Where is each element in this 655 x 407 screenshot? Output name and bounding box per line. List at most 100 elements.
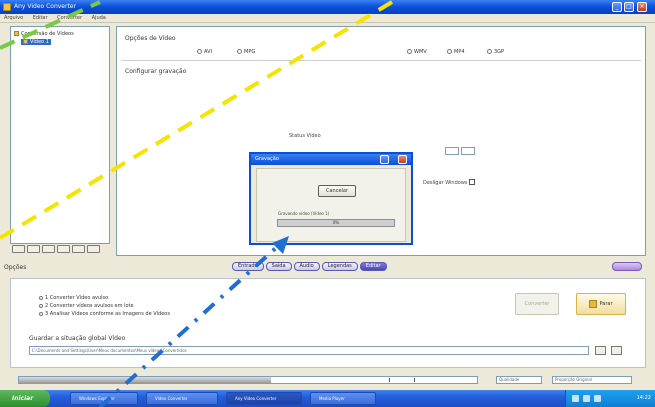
dialog-status-text: Gravando vídeo (Vídeo 1)	[278, 211, 330, 216]
format-option-mpg[interactable]: MPG	[237, 49, 255, 55]
system-tray: 14:22	[565, 390, 655, 407]
status-strip: Qualidade Proporção Original	[0, 372, 655, 390]
shutdown-label: Desligar Windows	[423, 180, 468, 186]
network-icon[interactable]	[572, 395, 579, 402]
tab-input[interactable]: Entrada	[232, 262, 264, 271]
dialog-body: Cancelar Gravando vídeo (Vídeo 1) 0%	[256, 168, 406, 242]
menu-bar: Arquivo Editar Converter Ajuda	[0, 14, 655, 23]
dialog-help-button[interactable]	[380, 155, 389, 164]
option-label: 2 Converter vídeos avulsos em lote	[45, 303, 134, 309]
dialog-title: Gravação	[255, 156, 279, 162]
format-option-3gp[interactable]: 3GP	[487, 49, 504, 55]
volume-icon[interactable]	[583, 395, 590, 402]
security-icon[interactable]	[594, 395, 601, 402]
add-file-button[interactable]	[12, 245, 25, 253]
menu-item-edit[interactable]: Editar	[29, 14, 52, 21]
stop-icon	[589, 299, 598, 308]
close-button[interactable]: ×	[637, 2, 647, 12]
dialog-close-button[interactable]	[398, 155, 407, 164]
tab-subtitles[interactable]: Legendas	[321, 262, 358, 271]
video-section-title: Opções de Vídeo	[125, 35, 176, 42]
remove-file-button[interactable]	[27, 245, 40, 253]
progress-tick	[389, 378, 390, 382]
option-label: 1 Converter Vídeo avulso	[45, 295, 109, 301]
properties-button[interactable]	[72, 245, 85, 253]
maximize-button[interactable]: □	[624, 2, 634, 12]
dialog-title-bar: Gravação	[251, 154, 411, 165]
option-label: 3 Analisar Vídeos conforme as Imagens de…	[45, 311, 170, 317]
status-combo[interactable]	[445, 147, 459, 155]
tree-item-label: Vídeo 1	[30, 39, 49, 45]
status-field-label: Status Vídeo	[289, 133, 321, 139]
output-path-label: Guardar a situação global Vídeo	[29, 335, 126, 342]
shutdown-checkbox[interactable]	[469, 179, 475, 185]
folder-icon	[14, 31, 19, 36]
tab-audio[interactable]: Áudio	[293, 262, 320, 271]
format-option-label: AVI	[204, 49, 212, 55]
browse-folder-button[interactable]	[595, 346, 606, 355]
stop-button-label: Parar	[599, 301, 613, 307]
move-down-button[interactable]	[57, 245, 70, 253]
clear-button[interactable]	[87, 245, 100, 253]
format-option-label: MP4	[454, 49, 465, 55]
app-icon	[3, 3, 11, 11]
advanced-section-title: Configurar gravação	[125, 68, 187, 75]
minimize-button[interactable]: _	[612, 2, 622, 12]
status-combo-secondary[interactable]	[461, 147, 475, 155]
tree-item-video[interactable]: Vídeo 1	[21, 39, 51, 45]
option-single[interactable]: 1 Converter Vídeo avulso	[39, 295, 108, 301]
open-folder-button[interactable]	[611, 346, 622, 355]
aspect-ratio-combo[interactable]: Proporção Original	[552, 376, 632, 384]
move-up-button[interactable]	[42, 245, 55, 253]
clock: 14:22	[636, 395, 651, 401]
menu-item-help[interactable]: Ajuda	[88, 14, 110, 21]
convert-button[interactable]: Converter	[515, 293, 559, 315]
menu-item-file[interactable]: Arquivo	[0, 14, 27, 21]
conversion-options-panel: 1 Converter Vídeo avulso 2 Converter víd…	[10, 278, 646, 368]
radio-icon	[39, 303, 43, 308]
radio-icon	[39, 295, 43, 300]
radio-icon	[237, 49, 242, 54]
tree-item-root[interactable]: Conversão de Vídeos	[14, 31, 74, 37]
format-option-wmv[interactable]: WMV	[407, 49, 427, 55]
tree-item-label: Conversão de Vídeos	[21, 31, 74, 37]
format-option-label: 3GP	[494, 49, 505, 55]
taskbar: Iniciar Windows Explorer Vídeo Converter…	[0, 390, 655, 407]
dialog-progress-bar: 0%	[277, 219, 395, 227]
recording-dialog: Gravação Cancelar Gravando vídeo (Vídeo …	[249, 152, 413, 245]
dialog-progress-text: 0%	[332, 220, 340, 225]
taskbar-item[interactable]: Media Player	[310, 392, 376, 405]
progress-tick	[414, 378, 415, 382]
format-option-label: MPG	[244, 49, 256, 55]
tree-toolbar	[10, 244, 110, 254]
taskbar-item[interactable]: Vídeo Converter	[146, 392, 218, 405]
tab-bar: Entrada Saída Áudio Legendas Editar	[232, 262, 387, 271]
radio-icon	[447, 49, 452, 54]
divider	[121, 60, 641, 61]
window-title: Any Video Converter	[14, 3, 76, 10]
radio-icon	[39, 311, 43, 316]
menu-item-convert[interactable]: Converter	[53, 14, 86, 21]
radio-icon	[197, 49, 202, 54]
stop-button[interactable]: Parar	[576, 293, 626, 315]
file-tree-panel: Conversão de Vídeos Vídeo 1	[10, 26, 110, 244]
output-path-input[interactable]: C:\Documents and Settings\User\Meus docu…	[29, 346, 589, 355]
taskbar-item-active[interactable]: Any Video Converter	[226, 392, 302, 405]
cancel-button[interactable]: Cancelar	[318, 185, 356, 197]
options-toggle-button[interactable]	[612, 262, 642, 271]
option-analyze[interactable]: 3 Analisar Vídeos conforme as Imagens de…	[39, 311, 170, 317]
taskbar-item[interactable]: Windows Explorer	[70, 392, 138, 405]
radio-icon	[407, 49, 412, 54]
radio-icon	[487, 49, 492, 54]
format-option-avi[interactable]: AVI	[197, 49, 212, 55]
tab-edit[interactable]: Editar	[359, 262, 387, 271]
overall-progress-fill	[19, 377, 271, 383]
option-batch[interactable]: 2 Converter vídeos avulsos em lote	[39, 303, 134, 309]
tab-output[interactable]: Saída	[265, 262, 292, 271]
format-option-label: WMV	[414, 49, 427, 55]
format-option-mp4[interactable]: MP4	[447, 49, 465, 55]
options-section-label: Opções	[4, 264, 27, 271]
overall-progress-bar	[18, 376, 478, 384]
start-button[interactable]: Iniciar	[0, 390, 50, 407]
quality-combo[interactable]: Qualidade	[496, 376, 542, 384]
